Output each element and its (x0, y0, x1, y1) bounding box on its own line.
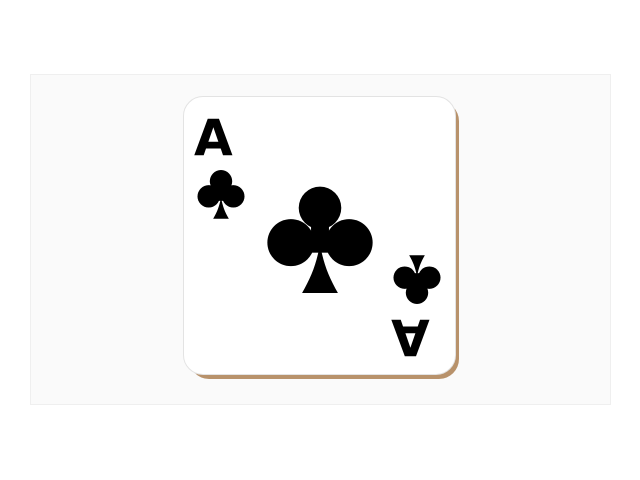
card-rank-bottom: A (391, 308, 430, 366)
club-icon (261, 181, 379, 293)
game-stage: A A (0, 0, 640, 480)
club-icon (389, 253, 445, 309)
card-rank-top: A (194, 109, 233, 167)
club-icon (193, 165, 249, 221)
